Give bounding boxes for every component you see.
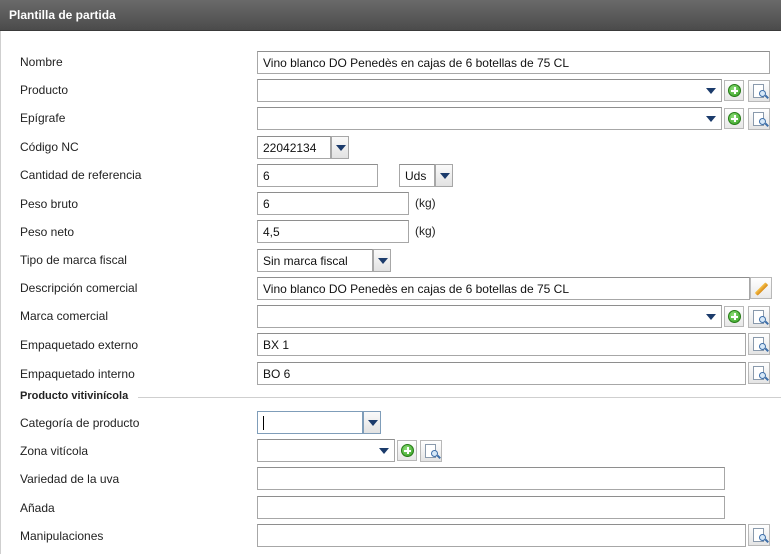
label-tipo-marca-fiscal: Tipo de marca fiscal (20, 253, 127, 267)
label-manipulaciones: Manipulaciones (20, 529, 104, 543)
tipo-marca-fiscal-dropdown-button[interactable] (373, 249, 391, 272)
label-anada: Añada (20, 501, 55, 515)
label-empaquetado-interno: Empaquetado interno (20, 367, 135, 381)
peso-bruto-unit: (kg) (415, 196, 436, 210)
chevron-down-icon[interactable] (704, 308, 719, 325)
section-divider (138, 397, 781, 398)
label-marca-comercial: Marca comercial (20, 309, 109, 323)
marca-comercial-add-button[interactable] (724, 306, 744, 327)
codigo-nc-dropdown-button[interactable] (331, 136, 349, 159)
zona-viticola-select[interactable] (257, 439, 395, 462)
nombre-input[interactable]: Vino blanco DO Penedès en cajas de 6 bot… (257, 51, 770, 74)
peso-bruto-input[interactable]: 6 (257, 192, 409, 215)
manipulaciones-input[interactable] (257, 524, 746, 547)
add-circle-icon (401, 444, 414, 457)
categoria-producto-dropdown-button[interactable] (363, 411, 381, 434)
label-categoria-producto: Categoría de producto (20, 416, 140, 430)
tipo-marca-fiscal-select[interactable]: Sin marca fiscal (257, 249, 373, 272)
marca-comercial-lookup-button[interactable] (748, 306, 770, 328)
producto-add-button[interactable] (724, 80, 744, 101)
chevron-down-icon[interactable] (704, 82, 719, 99)
label-peso-bruto: Peso bruto (20, 197, 79, 211)
label-codigo-nc: Código NC (20, 140, 79, 154)
variedad-uva-input[interactable] (257, 467, 725, 490)
descripcion-comercial-input[interactable]: Vino blanco DO Penedès en cajas de 6 bot… (257, 277, 750, 300)
cantidad-referencia-input[interactable]: 6 (257, 164, 378, 187)
chevron-down-icon[interactable] (377, 442, 392, 459)
label-zona-viticola: Zona vitícola (20, 444, 89, 458)
label-descripcion-comercial: Descripción comercial (20, 281, 138, 295)
categoria-producto-select[interactable] (257, 411, 363, 434)
label-producto: Producto (20, 83, 69, 97)
producto-select[interactable] (257, 79, 722, 102)
codigo-nc-select[interactable]: 22042134 (257, 136, 331, 159)
pencil-icon (754, 282, 769, 296)
marca-comercial-select[interactable] (257, 305, 722, 328)
text-caret (263, 415, 264, 430)
descripcion-edit-button[interactable] (750, 277, 772, 299)
producto-lookup-button[interactable] (748, 80, 770, 102)
epigrafe-lookup-button[interactable] (748, 108, 770, 130)
epigrafe-select[interactable] (257, 107, 722, 130)
zona-viticola-add-button[interactable] (397, 440, 417, 461)
label-empaquetado-externo: Empaquetado externo (20, 338, 139, 352)
anada-input[interactable] (257, 496, 725, 519)
add-circle-icon (728, 112, 741, 125)
label-nombre: Nombre (20, 55, 63, 69)
window-titlebar: Plantilla de partida (0, 0, 781, 31)
empaquetado-externo-lookup-button[interactable] (748, 333, 770, 355)
peso-neto-input[interactable]: 4,5 (257, 220, 409, 243)
empaquetado-interno-input[interactable]: BO 6 (257, 362, 746, 385)
add-circle-icon (728, 84, 741, 97)
label-epigrafe: Epígrafe (20, 111, 66, 125)
zona-viticola-lookup-button[interactable] (420, 440, 442, 462)
empaquetado-interno-lookup-button[interactable] (748, 362, 770, 384)
add-circle-icon (728, 310, 741, 323)
chevron-down-icon[interactable] (704, 110, 719, 127)
peso-neto-unit: (kg) (415, 224, 436, 238)
label-variedad-uva: Variedad de la uva (20, 472, 120, 486)
epigrafe-add-button[interactable] (724, 108, 744, 129)
section-producto-vitivinicola: Producto vitivinícola (20, 390, 129, 402)
manipulaciones-lookup-button[interactable] (748, 524, 770, 546)
label-cantidad-referencia: Cantidad de referencia (20, 168, 142, 182)
window-title: Plantilla de partida (9, 8, 116, 22)
empaquetado-externo-input[interactable]: BX 1 (257, 333, 746, 356)
cantidad-unit-select[interactable]: Uds (399, 164, 435, 187)
cantidad-unit-dropdown-button[interactable] (435, 164, 453, 187)
label-peso-neto: Peso neto (20, 225, 75, 239)
